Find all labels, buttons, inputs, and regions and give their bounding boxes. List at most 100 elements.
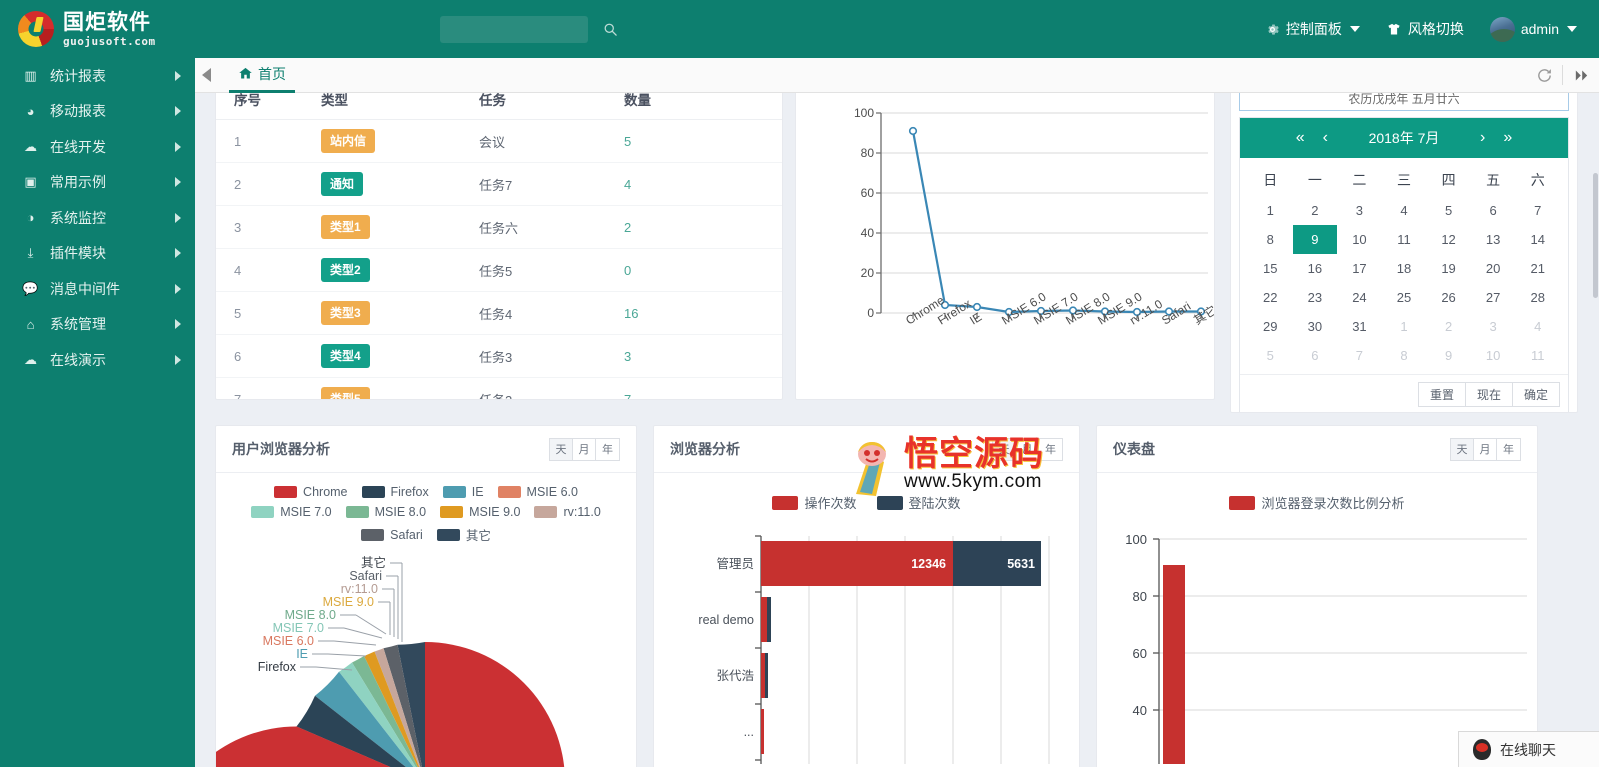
sidebar-item-online-dev[interactable]: ☁ 在线开发 [0,129,195,165]
calendar-day[interactable]: 30 [1293,312,1338,341]
range-year-button[interactable]: 年 [596,439,619,460]
legend-item[interactable]: rv:11.0 [534,505,601,519]
scrollbar-thumb[interactable] [1593,173,1598,298]
style-switch-menu[interactable]: 风格切换 [1386,19,1464,39]
calendar-day[interactable]: 5 [1426,196,1471,225]
calendar-day[interactable]: 25 [1382,283,1427,312]
calendar-now-button[interactable]: 现在 [1464,382,1512,407]
range-day-button[interactable]: 天 [1451,438,1474,460]
sidebar-item-mobile-report[interactable]: ◕ 移动报表 [0,94,195,130]
calendar-day[interactable]: 10 [1337,225,1382,254]
tab-scroll-left-button[interactable] [195,58,217,93]
sidebar-item-plugins[interactable]: ⤓ 插件模块 [0,236,195,272]
calendar-day-outside[interactable]: 1 [1382,312,1427,341]
calendar-day[interactable]: 19 [1426,254,1471,283]
calendar-day-outside[interactable]: 3 [1471,312,1516,341]
calendar-day[interactable]: 14 [1515,225,1560,254]
vertical-scrollbar[interactable] [1592,93,1599,767]
calendar-day[interactable]: 22 [1248,283,1293,312]
calendar-next-year-button[interactable]: » [1501,130,1514,146]
table-row[interactable]: 7 类型5 任务2 7 [216,377,782,399]
online-chat-widget[interactable]: 在线聊天 [1458,731,1599,767]
calendar-day[interactable]: 15 [1248,254,1293,283]
calendar-day[interactable]: 2 [1293,196,1338,225]
legend-item[interactable]: 浏览器登录次数比例分析 [1229,493,1405,512]
sidebar-item-online-demo[interactable]: ☁ 在线演示 [0,342,195,378]
sidebar-item-system-monitor[interactable]: ◑ 系统监控 [0,200,195,236]
legend-item[interactable]: 其它 [436,525,491,544]
calendar-reset-button[interactable]: 重置 [1417,382,1465,407]
sidebar-item-message-middleware[interactable]: 💬 消息中间件 [0,271,195,307]
calendar-day[interactable]: 21 [1515,254,1560,283]
calendar-prev-month-button[interactable]: ‹ [1321,130,1330,146]
calendar-day[interactable]: 12 [1426,225,1471,254]
table-row[interactable]: 2 通知 任务7 4 [216,162,782,206]
calendar-day[interactable]: 18 [1382,254,1427,283]
calendar-day-outside[interactable]: 9 [1426,341,1471,370]
calendar-day[interactable]: 29 [1248,312,1293,341]
legend-item[interactable]: MSIE 7.0 [251,505,332,519]
search-input[interactable] [448,22,603,36]
lunar-date-input[interactable]: 农历戊戌年 五月廿六 [1239,93,1569,111]
control-panel-menu[interactable]: 控制面板 [1265,19,1360,39]
tab-home[interactable]: 首页 [229,58,295,93]
calendar-day[interactable]: 7 [1515,196,1560,225]
table-row[interactable]: 1 站内信 会议 5 [216,119,782,163]
sidebar-item-statistics[interactable]: ▥ 统计报表 [0,58,195,94]
calendar-day[interactable]: 17 [1337,254,1382,283]
calendar-day[interactable]: 1 [1248,196,1293,225]
calendar-day-outside[interactable]: 5 [1248,341,1293,370]
range-month-button[interactable]: 月 [1474,438,1497,460]
range-year-button[interactable]: 年 [1497,439,1520,460]
calendar-day[interactable]: 20 [1471,254,1516,283]
calendar-day-outside[interactable]: 11 [1515,341,1560,370]
legend-item[interactable]: Safari [361,525,423,544]
calendar-day[interactable]: 8 [1248,225,1293,254]
calendar-day-outside[interactable]: 7 [1337,341,1382,370]
range-year-button[interactable]: 年 [1039,439,1062,460]
legend-item[interactable]: Chrome [274,485,348,499]
legend-item[interactable]: MSIE 8.0 [345,505,426,519]
range-day-button[interactable]: 天 [550,438,573,460]
sidebar-item-system-management[interactable]: ⌂ 系统管理 [0,307,195,343]
calendar-day[interactable]: 31 [1337,312,1382,341]
sidebar-item-common-examples[interactable]: ▣ 常用示例 [0,165,195,201]
user-menu[interactable]: admin [1489,16,1577,42]
table-row[interactable]: 6 类型4 任务3 3 [216,334,782,378]
legend-item[interactable]: MSIE 6.0 [497,485,578,499]
calendar-confirm-button[interactable]: 确定 [1511,382,1560,407]
calendar-day[interactable]: 3 [1337,196,1382,225]
legend-item[interactable]: Firefox [361,485,429,499]
refresh-button[interactable] [1526,58,1562,93]
legend-item[interactable]: IE [442,485,484,499]
calendar-day-outside[interactable]: 10 [1471,341,1516,370]
calendar-day[interactable]: 26 [1426,283,1471,312]
calendar-prev-year-button[interactable]: « [1294,130,1307,146]
range-month-button[interactable]: 月 [573,438,596,460]
calendar-day[interactable]: 16 [1293,254,1338,283]
calendar-day[interactable]: 24 [1337,283,1382,312]
table-row[interactable]: 4 类型2 任务5 0 [216,248,782,292]
calendar-day[interactable]: 28 [1515,283,1560,312]
brand-logo-block[interactable]: 国炬软件 guojusoft.com [0,0,195,58]
range-day-button[interactable]: 天 [993,438,1016,460]
calendar-day-outside[interactable]: 8 [1382,341,1427,370]
legend-item[interactable]: MSIE 9.0 [440,505,520,519]
tab-more-button[interactable] [1563,58,1599,93]
calendar-day[interactable]: 6 [1471,196,1516,225]
calendar-day[interactable]: 13 [1471,225,1516,254]
calendar-day-outside[interactable]: 6 [1293,341,1338,370]
legend-item[interactable]: 登陆次数 [876,493,961,512]
calendar-day-outside[interactable]: 2 [1426,312,1471,341]
search-icon[interactable] [603,22,618,37]
range-month-button[interactable]: 月 [1016,438,1039,460]
calendar-day[interactable]: 11 [1382,225,1427,254]
calendar-title[interactable]: 2018年 7月 [1344,128,1464,148]
legend-item[interactable]: 操作次数 [772,493,857,512]
header-search-box[interactable] [440,15,617,43]
calendar-day[interactable]: 4 [1382,196,1427,225]
calendar-day-selected[interactable]: 9 [1292,225,1338,254]
table-row[interactable]: 3 类型1 任务六 2 [216,205,782,249]
calendar-day[interactable]: 23 [1293,283,1338,312]
table-row[interactable]: 5 类型3 任务4 16 [216,291,782,335]
